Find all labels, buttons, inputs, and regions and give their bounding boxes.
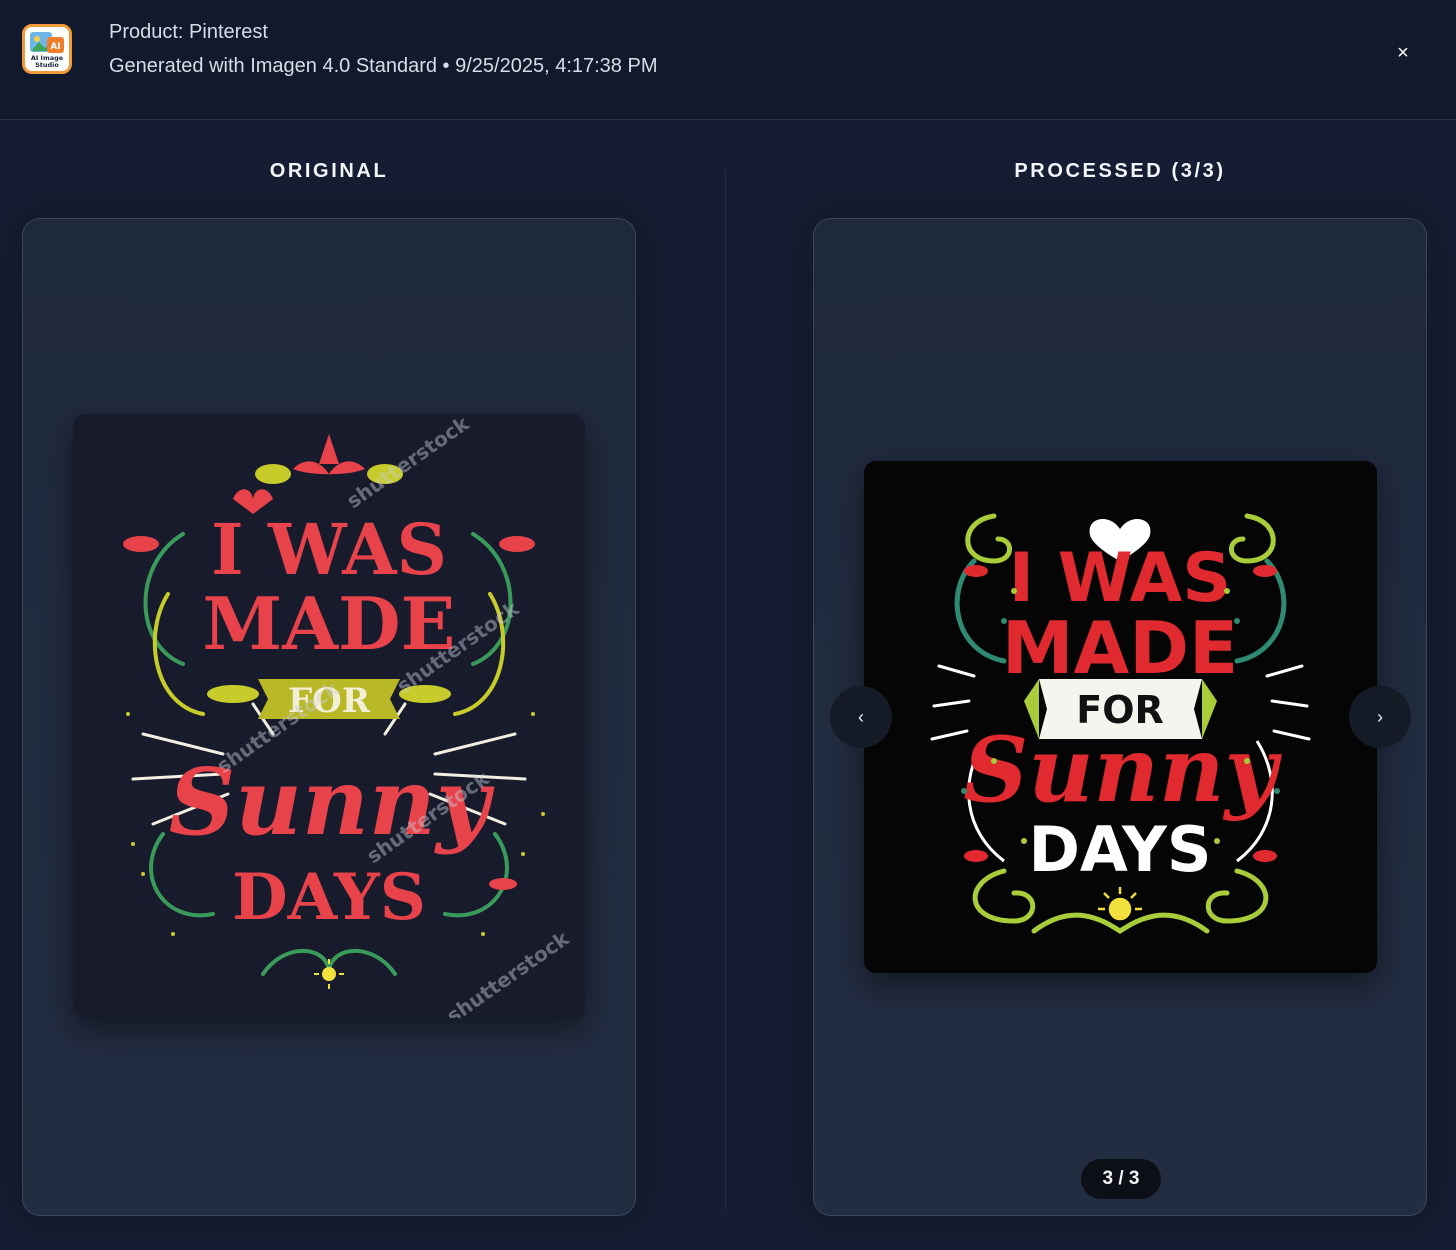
generation-meta: Generated with Imagen 4.0 Standard • 9/2…	[109, 55, 658, 77]
product-label: Product: Pinterest	[109, 21, 268, 43]
processed-artwork: I WAS MADE FOR Sunny DAYS	[864, 461, 1377, 973]
header: AI AI Image Studio Product: Pinterest Ge…	[0, 0, 1456, 120]
art-line-5: DAYS	[1028, 813, 1211, 886]
art-line-5: DAYS	[232, 860, 426, 935]
original-image: I WAS MADE FOR Sunny DAYS shutterstock s…	[73, 414, 585, 1018]
column-divider	[725, 170, 726, 1210]
svg-text:AI: AI	[50, 42, 60, 52]
processed-title: PROCESSED (3/3)	[1014, 160, 1226, 182]
original-title: ORIGINAL	[269, 160, 389, 182]
processed-image: I WAS MADE FOR Sunny DAYS	[864, 461, 1377, 973]
previous-button[interactable]: ‹	[830, 686, 892, 748]
logo-text: AI Image Studio	[30, 54, 64, 69]
original-artwork: I WAS MADE FOR Sunny DAYS shutterstock s…	[73, 414, 585, 1018]
close-button[interactable]: ×	[1388, 38, 1418, 68]
art-line-2: MADE	[203, 581, 456, 666]
next-button[interactable]: ›	[1349, 686, 1411, 748]
art-line-4: Sunny	[963, 717, 1282, 823]
art-line-2: MADE	[1002, 606, 1238, 690]
art-line-1: I WAS	[211, 508, 447, 591]
app-logo: AI AI Image Studio	[22, 24, 72, 74]
image-counter: 3 / 3	[1081, 1159, 1161, 1199]
